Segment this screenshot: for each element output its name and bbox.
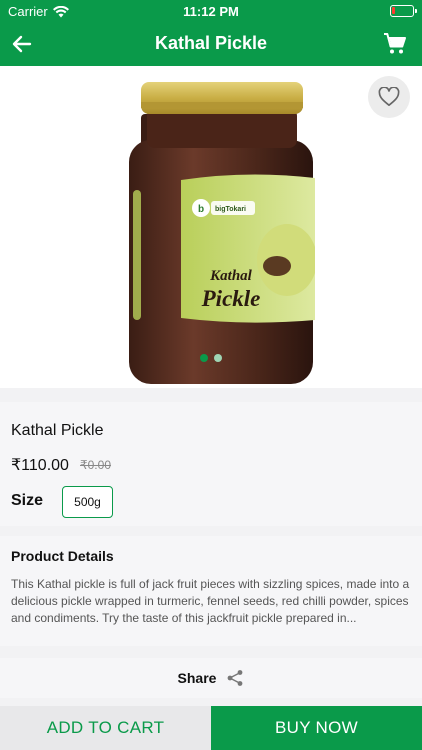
carousel-indicator	[200, 354, 222, 362]
status-time: 11:12 PM	[183, 4, 239, 19]
product-image-carousel[interactable]: b bigTokari Kathal Pickle	[0, 66, 422, 388]
buy-now-button[interactable]: BUY NOW	[211, 706, 422, 750]
battery-icon	[390, 5, 417, 17]
carousel-dot-2[interactable]	[214, 354, 222, 362]
share-icon	[228, 670, 243, 686]
add-to-cart-button[interactable]: ADD TO CART	[0, 706, 211, 750]
app-bar: Kathal Pickle	[0, 22, 422, 66]
size-option-button[interactable]: 500g	[62, 486, 113, 518]
product-details-text: This Kathal pickle is full of jack fruit…	[11, 577, 410, 625]
jar-label-line1: Kathal	[209, 268, 253, 284]
product-price: ₹110.00	[11, 457, 69, 474]
status-bar: Carrier 11:12 PM	[0, 0, 422, 22]
product-details-heading: Product Details	[11, 548, 114, 564]
heart-icon	[378, 87, 400, 106]
jar-brand-text: bigTokari	[215, 206, 246, 213]
size-label: Size	[11, 492, 44, 509]
page-title: Kathal Pickle	[154, 33, 268, 53]
cart-button[interactable]	[380, 29, 410, 59]
jar-label-line2: Pickle	[201, 286, 261, 311]
favorite-button[interactable]	[368, 76, 410, 118]
product-image: b bigTokari Kathal Pickle	[129, 82, 315, 384]
svg-text:b: b	[198, 204, 204, 215]
product-details: Product Details This Kathal pickle is fu…	[0, 536, 422, 646]
share-button[interactable]: Share	[0, 658, 422, 698]
bottom-action-bar: ADD TO CART BUY NOW	[0, 706, 422, 750]
product-info: Kathal Pickle ₹110.00 ₹0.00 Size 500g	[0, 402, 422, 526]
share-label: Share	[177, 670, 217, 686]
cart-icon	[384, 33, 406, 54]
product-name: Kathal Pickle	[11, 422, 104, 439]
product-mrp: ₹0.00	[80, 458, 111, 472]
carousel-dot-1[interactable]	[200, 354, 208, 362]
